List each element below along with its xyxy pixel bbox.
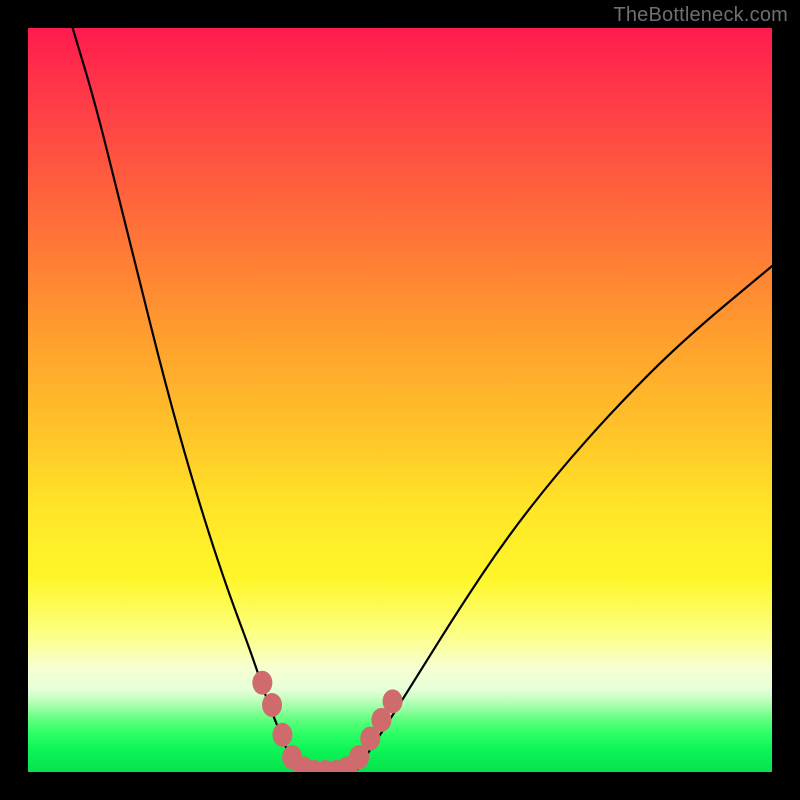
curve-group [73,28,772,772]
chart-frame: TheBottleneck.com [0,0,800,800]
curve-marker [262,693,282,717]
curve-marker [383,689,403,713]
watermark-text: TheBottleneck.com [613,4,788,27]
bottleneck-curve-right [355,266,772,772]
plot-svg [28,28,772,772]
curve-marker [272,723,292,747]
bottleneck-curve-left [73,28,296,772]
curve-marker [252,671,272,695]
plot-area [28,28,772,772]
